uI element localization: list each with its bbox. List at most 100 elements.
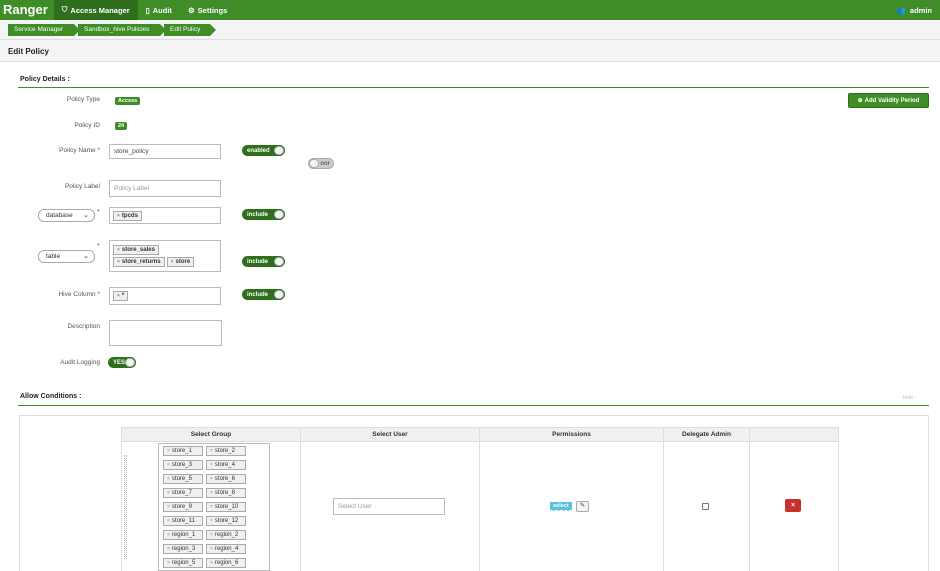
chevron-down-icon: ⌄	[83, 212, 89, 219]
policy-id-badge: 24	[115, 122, 128, 130]
file-icon: ▯	[145, 5, 150, 15]
remove-tag-icon[interactable]: ×	[117, 293, 120, 299]
select-group-input[interactable]: × store_1 × store_2 × store_3 × store_4 × store…	[158, 443, 270, 571]
user-menu[interactable]: 👥 admin	[897, 0, 932, 20]
top-navbar: Ranger ⛉ Access Manager ▯ Audit ⚙ Settin…	[0, 0, 940, 20]
group-tag: × store_3	[163, 460, 203, 470]
select-user-input[interactable]: Select User	[333, 498, 445, 515]
remove-tag-icon[interactable]: ×	[117, 213, 120, 219]
policy-label-input[interactable]: Policy Label	[109, 180, 221, 197]
remove-tag-icon[interactable]: ×	[210, 476, 213, 482]
delegate-admin-checkbox[interactable]	[702, 503, 709, 510]
remove-tag-icon[interactable]: ×	[167, 462, 170, 468]
remove-tag-icon[interactable]: ×	[210, 546, 213, 552]
nav-settings[interactable]: ⚙ Settings	[180, 0, 235, 20]
chevron-down-icon: ⌄	[83, 253, 89, 260]
enabled-toggle[interactable]: enabled	[242, 145, 285, 156]
resource-type-select-table[interactable]: table ⌄	[38, 250, 95, 263]
remove-tag-icon[interactable]: ×	[167, 532, 170, 538]
group-tag-label: store_3	[171, 462, 192, 468]
group-tag-label: store_2	[214, 448, 235, 454]
column-header-permissions: Permissions	[479, 427, 664, 442]
nav-audit-label: Audit	[152, 5, 172, 15]
group-tag-label: store_12	[214, 518, 239, 524]
permission-select-tag[interactable]: select	[550, 502, 572, 511]
group-tag-label: store_6	[214, 476, 235, 482]
edit-permissions-button[interactable]: ✎	[576, 501, 589, 512]
row-drag-handle[interactable]	[124, 455, 127, 559]
select-user-placeholder: Select User	[338, 503, 372, 510]
hive-column-include-toggle[interactable]: include	[242, 289, 285, 300]
breadcrumb-service-manager[interactable]: Service Manager	[8, 24, 80, 36]
group-tag-label: region_5	[171, 560, 196, 566]
group-tag: × store_7	[163, 488, 203, 498]
audit-logging-toggle[interactable]: YES	[108, 357, 136, 368]
table-include-toggle[interactable]: include	[242, 256, 285, 267]
group-tag-label: store_10	[214, 504, 239, 510]
remove-tag-icon[interactable]: ×	[167, 476, 170, 482]
resource-type-select-database[interactable]: database ⌄	[38, 209, 95, 222]
column-header-delegate-admin: Delegate Admin	[663, 427, 750, 442]
group-tag-label: region_4	[214, 546, 239, 552]
remove-tag-icon[interactable]: ×	[210, 532, 213, 538]
add-validity-period-button[interactable]: ⊕ Add Validity Period	[848, 93, 929, 108]
table-required-mark: *	[97, 243, 100, 250]
remove-tag-icon[interactable]: ×	[171, 259, 174, 265]
policy-label-placeholder: Policy Label	[114, 185, 150, 192]
database-required-mark: *	[97, 209, 100, 216]
remove-tag-icon[interactable]: ×	[210, 518, 213, 524]
group-tag: × region_5	[163, 558, 203, 568]
group-tag: × store_10	[206, 502, 246, 512]
remove-tag-icon[interactable]: ×	[210, 560, 213, 566]
hive-column-input[interactable]: × *	[109, 287, 221, 305]
normal-toggle[interactable]: nor	[308, 158, 334, 169]
remove-tag-icon[interactable]: ×	[210, 490, 213, 496]
database-include-label: include	[247, 212, 269, 218]
brand-logo[interactable]: Ranger	[0, 0, 54, 20]
group-tag: × region_2	[206, 530, 246, 540]
remove-tag-icon[interactable]: ×	[167, 504, 170, 510]
close-icon: ×	[790, 502, 796, 509]
remove-tag-icon[interactable]: ×	[167, 546, 170, 552]
remove-tag-icon[interactable]: ×	[210, 448, 213, 454]
description-textarea[interactable]	[109, 320, 222, 346]
table-tag: × store	[166, 257, 195, 267]
gear-icon: ⚙	[187, 5, 195, 15]
group-tag: × store_12	[206, 516, 246, 526]
group-tag: × store_5	[163, 474, 203, 484]
remove-tag-icon[interactable]: ×	[210, 462, 213, 468]
breadcrumb-edit-policy[interactable]: Edit Policy	[164, 24, 216, 36]
group-tag-label: region_6	[214, 560, 239, 566]
users-icon: 👥	[896, 5, 906, 15]
policy-details-title: Policy Details :	[20, 76, 70, 83]
database-include-toggle[interactable]: include	[242, 209, 285, 220]
page-title: Edit Policy	[8, 47, 49, 56]
hive-column-tag-label: *	[121, 293, 125, 299]
database-values-input[interactable]: × tpcds	[109, 207, 221, 224]
group-tag: × store_4	[206, 460, 246, 470]
remove-tag-icon[interactable]: ×	[117, 259, 120, 265]
remove-tag-icon[interactable]: ×	[167, 560, 170, 566]
delete-row-button[interactable]: ×	[785, 499, 801, 512]
group-tag: × region_6	[206, 558, 246, 568]
allow-conditions-title: Allow Conditions :	[20, 393, 82, 400]
remove-tag-icon[interactable]: ×	[167, 490, 170, 496]
breadcrumb-sandbox-hive-policies[interactable]: Sandbox_hive Policies	[78, 24, 166, 36]
remove-tag-icon[interactable]: ×	[210, 504, 213, 510]
policy-name-input[interactable]: store_policy	[109, 144, 221, 159]
column-header-select-group: Select Group	[121, 427, 301, 442]
remove-tag-icon[interactable]: ×	[167, 518, 170, 524]
policy-name-label: Policy Name *	[59, 147, 100, 154]
enabled-toggle-knob	[274, 146, 284, 155]
nav-audit[interactable]: ▯ Audit	[138, 0, 180, 20]
table-values-input[interactable]: × store_sales × store_returns × store	[109, 240, 221, 272]
group-tag: × region_3	[163, 544, 203, 554]
group-tag: × store_1	[163, 446, 203, 456]
remove-tag-icon[interactable]: ×	[117, 247, 120, 253]
nav-settings-label: Settings	[197, 5, 228, 15]
nav-access-manager[interactable]: ⛉ Access Manager	[53, 0, 138, 20]
remove-tag-icon[interactable]: ×	[167, 448, 170, 454]
table-tag-label: store_sales	[121, 247, 155, 253]
database-include-knob	[274, 210, 284, 219]
hide-conditions-link[interactable]: hide -	[903, 395, 917, 401]
